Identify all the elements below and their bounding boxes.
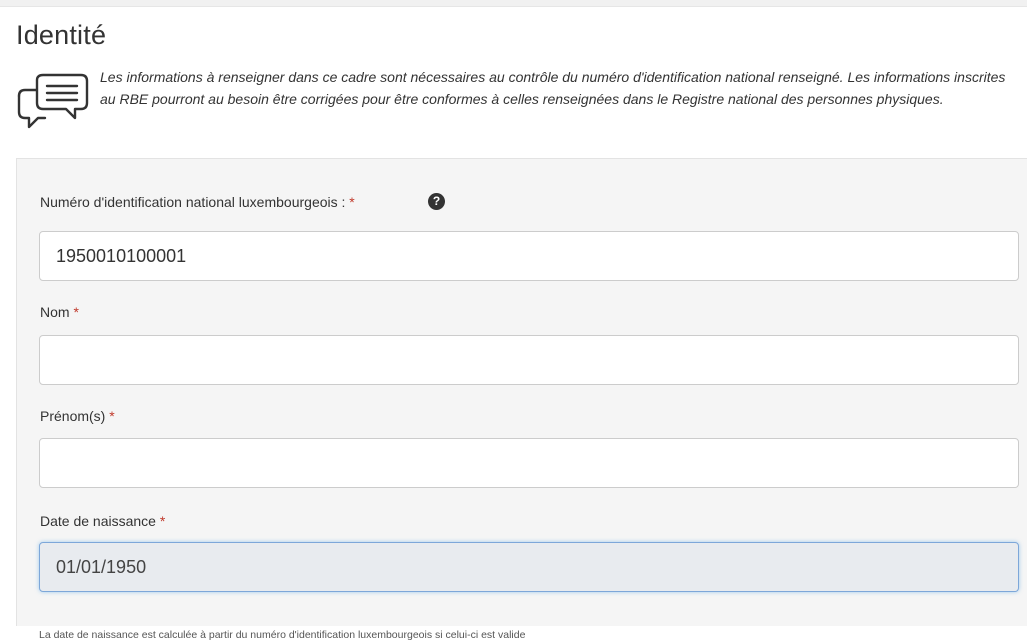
required-marker: * — [73, 304, 79, 320]
chat-bubbles-icon — [17, 73, 89, 129]
prenom-input[interactable] — [39, 438, 1019, 488]
required-marker: * — [159, 513, 166, 529]
nom-label: Nom * — [40, 304, 79, 320]
date-naissance-label-text: Date de naissance — [40, 513, 160, 529]
date-naissance-input[interactable] — [39, 542, 1019, 592]
top-separator — [0, 0, 1027, 7]
prenom-label: Prénom(s) * — [40, 408, 115, 424]
nin-label-text: Numéro d'identification national luxembo… — [40, 194, 350, 210]
identity-form-panel: Numéro d'identification national luxembo… — [16, 158, 1027, 641]
nin-label: Numéro d'identification national luxembo… — [40, 194, 355, 210]
prenom-label-text: Prénom(s) — [40, 408, 110, 424]
nin-input[interactable] — [39, 231, 1019, 281]
required-marker: * — [349, 194, 355, 210]
date-naissance-hint: La date de naissance est calculée à part… — [39, 629, 526, 641]
required-marker: * — [109, 408, 115, 424]
date-naissance-label: Date de naissance * — [40, 513, 165, 529]
section-title: Identité — [16, 20, 107, 50]
nom-input[interactable] — [39, 335, 1019, 385]
identity-notice-text: Les informations à renseigner dans ce ca… — [100, 69, 1006, 107]
nom-label-text: Nom — [40, 304, 74, 320]
help-icon[interactable]: ? — [428, 193, 445, 210]
